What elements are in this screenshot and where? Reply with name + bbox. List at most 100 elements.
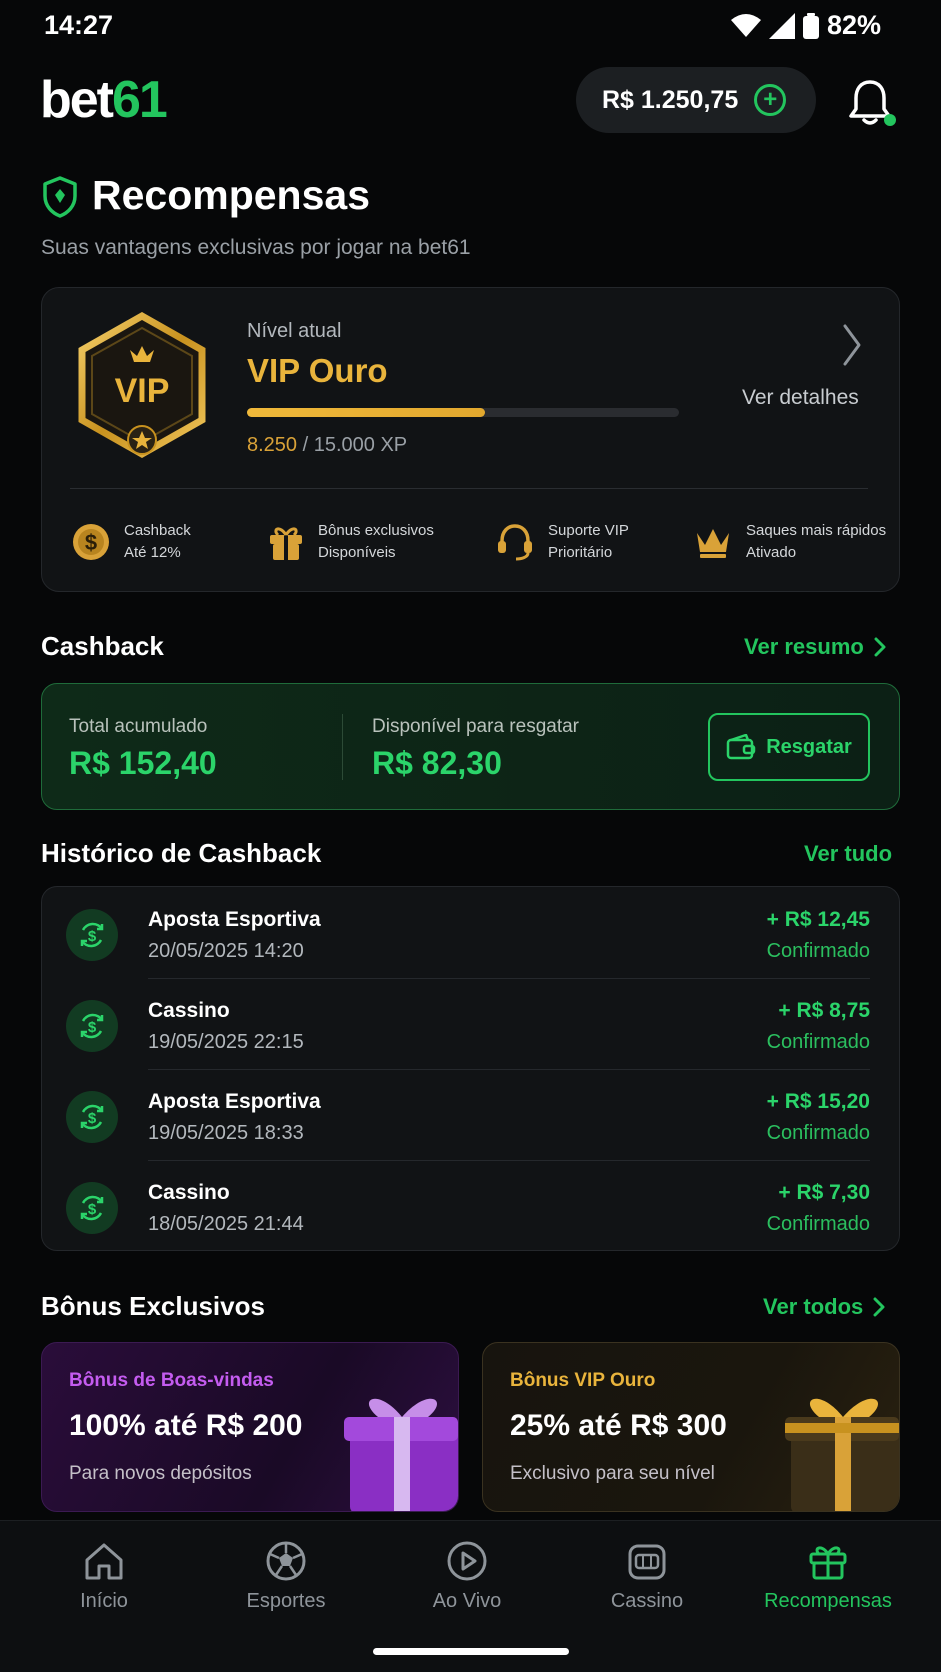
redeem-button[interactable]: Resgatar [708, 713, 870, 781]
view-all-bonuses-link[interactable]: Ver todos [763, 1294, 885, 1320]
logo-number: 61 [112, 71, 168, 129]
history-date: 20/05/2025 14:20 [148, 940, 304, 962]
view-details-link[interactable]: Ver detalhes [742, 386, 859, 410]
benefit-value: Até 12% [124, 544, 181, 561]
benefit-withdrawal: Saques mais rápidos Ativado [694, 520, 886, 564]
history-amount: + R$ 15,20 [766, 1090, 870, 1113]
nav-label: Início [80, 1590, 128, 1612]
history-name: Cassino [148, 999, 230, 1022]
divider [342, 714, 343, 780]
wifi-icon [730, 13, 761, 37]
xp-current: 8.250 [247, 434, 298, 456]
home-icon [85, 1543, 123, 1580]
history-amount: + R$ 8,75 [778, 999, 870, 1022]
status-time: 14:27 [44, 10, 114, 40]
cashback-coin-icon: $ [66, 909, 118, 961]
cashback-coin-icon: $ [66, 1182, 118, 1234]
benefit-title: Bônus exclusivos [318, 522, 434, 539]
nav-item-home[interactable]: Início [34, 1540, 174, 1613]
bonus-headline: 100% até R$ 200 [69, 1409, 303, 1442]
cashback-coin-icon: $ [66, 1000, 118, 1052]
chevron-right-icon[interactable] [841, 322, 863, 368]
nav-item-sports[interactable]: Esportes [216, 1540, 356, 1613]
bonuses-section-title: Bônus Exclusivos [41, 1291, 265, 1321]
xp-progress-bar [247, 408, 679, 417]
bonus-card-welcome[interactable]: Bônus de Boas-vindas 100% até R$ 200 Par… [41, 1342, 459, 1512]
gift-box-icon [344, 1398, 458, 1511]
nav-item-live[interactable]: Ao Vivo [397, 1540, 537, 1613]
app-logo[interactable]: bet61 [40, 71, 168, 129]
history-status: Confirmado [766, 1122, 870, 1144]
nav-item-casino[interactable]: Cassino [577, 1540, 717, 1613]
page-title: Recompensas [92, 172, 371, 218]
history-date: 18/05/2025 21:44 [148, 1213, 304, 1235]
history-name: Aposta Esportiva [148, 908, 321, 931]
coin-icon: $ [73, 524, 109, 560]
history-row[interactable]: $ Cassino 19/05/2025 22:15 + R$ 8,75 Con… [66, 979, 870, 1070]
nav-label: Ao Vivo [432, 1590, 502, 1612]
logo-text: bet [40, 71, 114, 129]
benefit-value: Ativado [746, 544, 797, 561]
xp-progress-fill [247, 408, 485, 417]
bonus-tag: Bônus VIP Ouro [510, 1370, 656, 1391]
bonus-tag: Bônus de Boas-vindas [69, 1370, 274, 1391]
nav-item-rewards[interactable]: Recompensas [758, 1540, 898, 1613]
history-amount: + R$ 7,30 [778, 1181, 870, 1204]
bonus-card-vip[interactable]: Bônus VIP Ouro 25% até R$ 300 Exclusivo … [482, 1342, 900, 1512]
level-name: VIP Ouro [247, 352, 388, 389]
xp-total: / 15.000 XP [297, 434, 408, 456]
history-date: 19/05/2025 18:33 [148, 1122, 304, 1144]
svg-text:$: $ [88, 1019, 97, 1036]
history-status: Confirmado [766, 1213, 870, 1235]
history-date: 19/05/2025 22:15 [148, 1031, 304, 1053]
history-section-title: Histórico de Cashback [41, 838, 322, 868]
vip-badge-icon: VIP [78, 312, 206, 458]
available-label: Disponível para resgatar [372, 716, 579, 737]
total-accumulated-label: Total acumulado [69, 716, 208, 737]
benefit-value: Disponíveis [318, 544, 396, 561]
crown-icon [697, 529, 729, 558]
play-icon [447, 1541, 487, 1581]
notification-dot [884, 114, 896, 126]
level-label: Nível atual [247, 320, 342, 342]
xp-readout: 8.250 / 15.000 XP [247, 434, 407, 457]
benefit-value: Prioritário [548, 544, 613, 561]
svg-text:$: $ [85, 530, 97, 555]
view-all-bonuses-label: Ver todos [763, 1294, 864, 1319]
history-status: Confirmado [766, 940, 870, 962]
nav-label: Esportes [246, 1590, 326, 1612]
gift-icon [270, 527, 302, 560]
history-row[interactable]: $ Aposta Esportiva 20/05/2025 14:20 + R$… [66, 888, 870, 979]
cashback-section-title: Cashback [41, 631, 164, 661]
history-amount: + R$ 12,45 [766, 908, 870, 931]
svg-text:$: $ [88, 928, 97, 945]
benefit-title: Saques mais rápidos [746, 522, 887, 539]
view-summary-label: Ver resumo [744, 634, 864, 659]
gift-box-icon [785, 1398, 899, 1511]
gift-icon [809, 1546, 847, 1580]
battery-icon [802, 12, 819, 39]
available-value: R$ 82,30 [372, 745, 502, 781]
nav-label: Recompensas [764, 1590, 892, 1612]
history-row[interactable]: $ Cassino 18/05/2025 21:44 + R$ 7,30 Con… [66, 1161, 870, 1252]
bonus-subtitle: Exclusivo para seu nível [510, 1463, 715, 1484]
vip-badge-text: VIP [115, 372, 170, 410]
home-indicator[interactable] [373, 1648, 569, 1655]
svg-text:$: $ [88, 1110, 97, 1127]
svg-text:$: $ [88, 1201, 97, 1218]
history-name: Cassino [148, 1181, 230, 1204]
chevron-right-icon [873, 1297, 885, 1317]
soccer-ball-icon [266, 1541, 306, 1581]
bonus-subtitle: Para novos depósitos [69, 1463, 252, 1484]
view-summary-link[interactable]: Ver resumo [744, 634, 886, 660]
add-funds-icon[interactable]: + [754, 84, 787, 116]
history-name: Aposta Esportiva [148, 1090, 321, 1113]
view-all-history-link[interactable]: Ver tudo [804, 841, 892, 867]
history-row[interactable]: $ Aposta Esportiva 19/05/2025 18:33 + R$… [66, 1070, 870, 1161]
shield-icon [43, 176, 77, 218]
history-status: Confirmado [766, 1031, 870, 1053]
balance-button[interactable]: R$ 1.250,75 + [576, 67, 816, 133]
signal-icon [768, 12, 795, 39]
nav-label: Cassino [610, 1590, 684, 1612]
balance-amount: R$ 1.250,75 [602, 85, 739, 114]
